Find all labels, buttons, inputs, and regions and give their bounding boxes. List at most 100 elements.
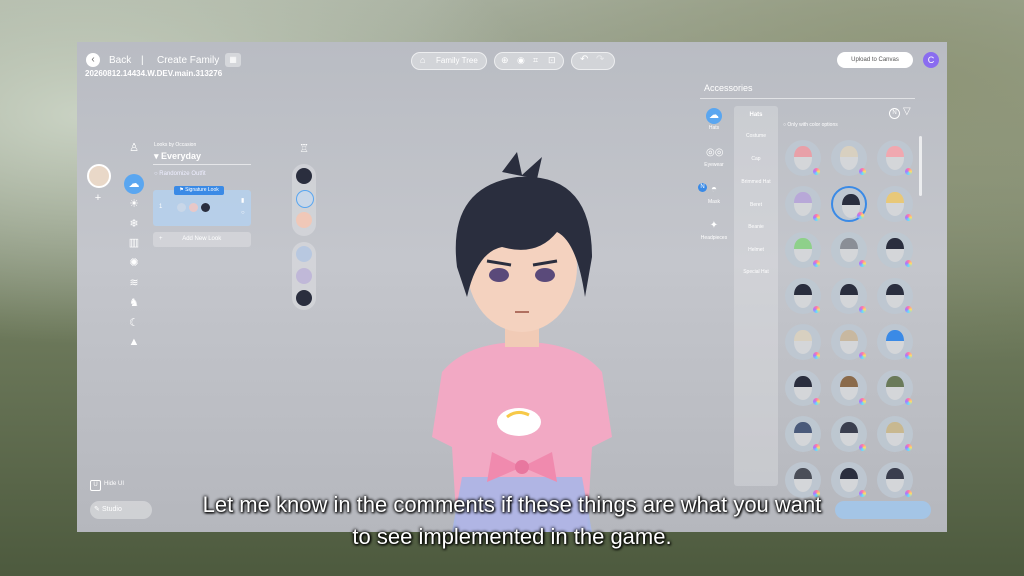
redo-icon[interactable]: ↷ bbox=[596, 54, 604, 65]
mask-icon: ◓ bbox=[710, 184, 718, 195]
accessory-item[interactable] bbox=[877, 140, 913, 176]
accessory-item[interactable] bbox=[877, 416, 913, 452]
party-icon[interactable]: ✺ bbox=[126, 255, 142, 271]
only-color-label: Only with color options bbox=[787, 122, 838, 128]
category-label: Eyewear bbox=[704, 162, 724, 168]
mannequin-head bbox=[794, 284, 812, 308]
face-slot[interactable] bbox=[296, 212, 312, 228]
gift-icon[interactable]: ▥ bbox=[126, 235, 142, 251]
style-slot[interactable] bbox=[296, 268, 312, 284]
book-icon[interactable]: ▦ bbox=[225, 53, 241, 67]
accessory-item[interactable] bbox=[877, 370, 913, 406]
accessory-item[interactable] bbox=[785, 186, 821, 222]
accessory-item[interactable] bbox=[877, 232, 913, 268]
subcategory-beanie[interactable]: Beanie bbox=[734, 224, 778, 230]
settings-icon[interactable]: ○ bbox=[241, 210, 245, 216]
subcategory-helmet[interactable]: Helmet bbox=[734, 247, 778, 253]
graduation-icon[interactable]: ▲ bbox=[126, 334, 142, 350]
color-option-badge bbox=[905, 398, 912, 405]
style-slot[interactable] bbox=[296, 290, 312, 306]
color-option-badge bbox=[905, 352, 912, 359]
randomize-outfit-toggle[interactable]: ○ Randomize Outfit bbox=[154, 171, 206, 177]
mannequin-head bbox=[840, 468, 858, 492]
accessory-item[interactable] bbox=[785, 278, 821, 314]
hat-slot[interactable] bbox=[296, 190, 314, 208]
add-member-icon[interactable]: + bbox=[92, 192, 104, 204]
wardrobe-icon[interactable]: ♖ bbox=[295, 142, 313, 160]
color-option-badge bbox=[813, 306, 820, 313]
accessory-item[interactable] bbox=[785, 324, 821, 360]
only-color-options-checkbox[interactable]: ○ Only with color options bbox=[783, 122, 838, 128]
accessory-item[interactable] bbox=[831, 370, 867, 406]
sun-icon[interactable]: ☀ bbox=[126, 196, 142, 212]
category-eyewear[interactable]: ◎◎ Eyewear bbox=[699, 145, 729, 168]
look-number: 1 bbox=[159, 204, 163, 210]
style-slot[interactable] bbox=[296, 246, 312, 262]
frame-icon[interactable]: ⌗ bbox=[533, 55, 538, 66]
style-slots bbox=[292, 242, 316, 310]
subcategory-cap[interactable]: Cap bbox=[734, 156, 778, 162]
outfit-icon[interactable]: ☁ bbox=[124, 174, 144, 194]
filter-icon[interactable]: ▽ bbox=[903, 106, 911, 117]
hat-icon: ☁ bbox=[706, 108, 722, 124]
color-option-badge bbox=[859, 306, 866, 313]
back-button[interactable]: Back bbox=[109, 55, 131, 66]
build-id: 20260812.14434.W.DEV.main.313276 bbox=[85, 69, 223, 78]
grid-scrollbar[interactable] bbox=[919, 136, 922, 196]
add-new-look-button[interactable]: + Add New Look bbox=[153, 232, 251, 247]
pet-icon[interactable]: ♞ bbox=[126, 295, 142, 311]
occasion-dropdown[interactable]: ▾ Everyday bbox=[154, 151, 201, 162]
accessory-item[interactable] bbox=[785, 370, 821, 406]
moon-icon[interactable]: ☾ bbox=[126, 315, 142, 331]
mannequin-head bbox=[886, 376, 904, 400]
accessory-item[interactable] bbox=[831, 278, 867, 314]
add-look-label: Add New Look bbox=[182, 236, 222, 242]
category-hats[interactable]: ☁ Hats bbox=[699, 108, 729, 131]
accessory-item[interactable] bbox=[831, 232, 867, 268]
new-filter-icon[interactable]: N bbox=[889, 108, 900, 119]
accessory-item[interactable] bbox=[785, 140, 821, 176]
family-member-avatar[interactable] bbox=[87, 164, 111, 188]
undo-icon[interactable]: ↶ bbox=[580, 54, 588, 65]
accessory-item[interactable] bbox=[877, 278, 913, 314]
signature-label: Signature Look bbox=[185, 187, 219, 193]
accessory-item[interactable] bbox=[785, 416, 821, 452]
back-arrow-icon[interactable]: ‹ bbox=[86, 53, 100, 67]
mannequin-head bbox=[794, 330, 812, 354]
color-option-badge bbox=[813, 168, 820, 175]
body-icon[interactable]: ♙ bbox=[126, 140, 142, 156]
accessory-item[interactable] bbox=[877, 324, 913, 360]
accessory-item[interactable] bbox=[831, 324, 867, 360]
accessory-item[interactable] bbox=[831, 416, 867, 452]
swim-icon[interactable]: ≋ bbox=[126, 275, 142, 291]
snowflake-icon[interactable]: ❄ bbox=[126, 216, 142, 232]
accessory-item[interactable] bbox=[877, 186, 913, 222]
accessory-item[interactable] bbox=[831, 186, 867, 222]
mannequin-head bbox=[840, 284, 858, 308]
accessory-item[interactable] bbox=[831, 140, 867, 176]
hide-ui-button[interactable]: Hide UI bbox=[104, 481, 124, 487]
subcategory-header[interactable]: Hats bbox=[734, 112, 778, 118]
character-preview[interactable] bbox=[407, 147, 637, 532]
subcategory-costume[interactable]: Costume bbox=[734, 133, 778, 139]
mannequin-head bbox=[886, 422, 904, 446]
mannequin-head bbox=[886, 238, 904, 262]
look-card[interactable]: 1 ▮ ○ bbox=[153, 190, 251, 226]
bookmark-icon[interactable]: ▮ bbox=[241, 197, 244, 204]
breadcrumb-create-family: Create Family bbox=[157, 55, 220, 66]
add-photo-icon[interactable]: ⊕ bbox=[501, 55, 509, 66]
family-tree-button[interactable]: ⌂ Family Tree bbox=[411, 52, 487, 70]
hair-slot[interactable] bbox=[296, 168, 312, 184]
subcategory-special-hat[interactable]: Special Hat bbox=[734, 269, 778, 275]
profile-avatar[interactable]: C bbox=[923, 52, 939, 68]
headpiece-icon: ✦ bbox=[709, 220, 719, 231]
subcategory-beret[interactable]: Beret bbox=[734, 202, 778, 208]
accessory-item[interactable] bbox=[785, 232, 821, 268]
focus-icon[interactable]: ⊡ bbox=[548, 55, 556, 66]
category-label: Hats bbox=[708, 125, 720, 131]
upload-to-canvas-button[interactable]: Upload to Canvas bbox=[837, 52, 913, 68]
subcategory-brimmed-hat[interactable]: Brimmed Hat bbox=[734, 179, 778, 185]
subtitle-line-2: to see implemented in the game. bbox=[352, 524, 672, 549]
category-headpieces[interactable]: ✦ Headpieces bbox=[699, 218, 729, 241]
camera-icon[interactable]: ◉ bbox=[517, 55, 525, 66]
